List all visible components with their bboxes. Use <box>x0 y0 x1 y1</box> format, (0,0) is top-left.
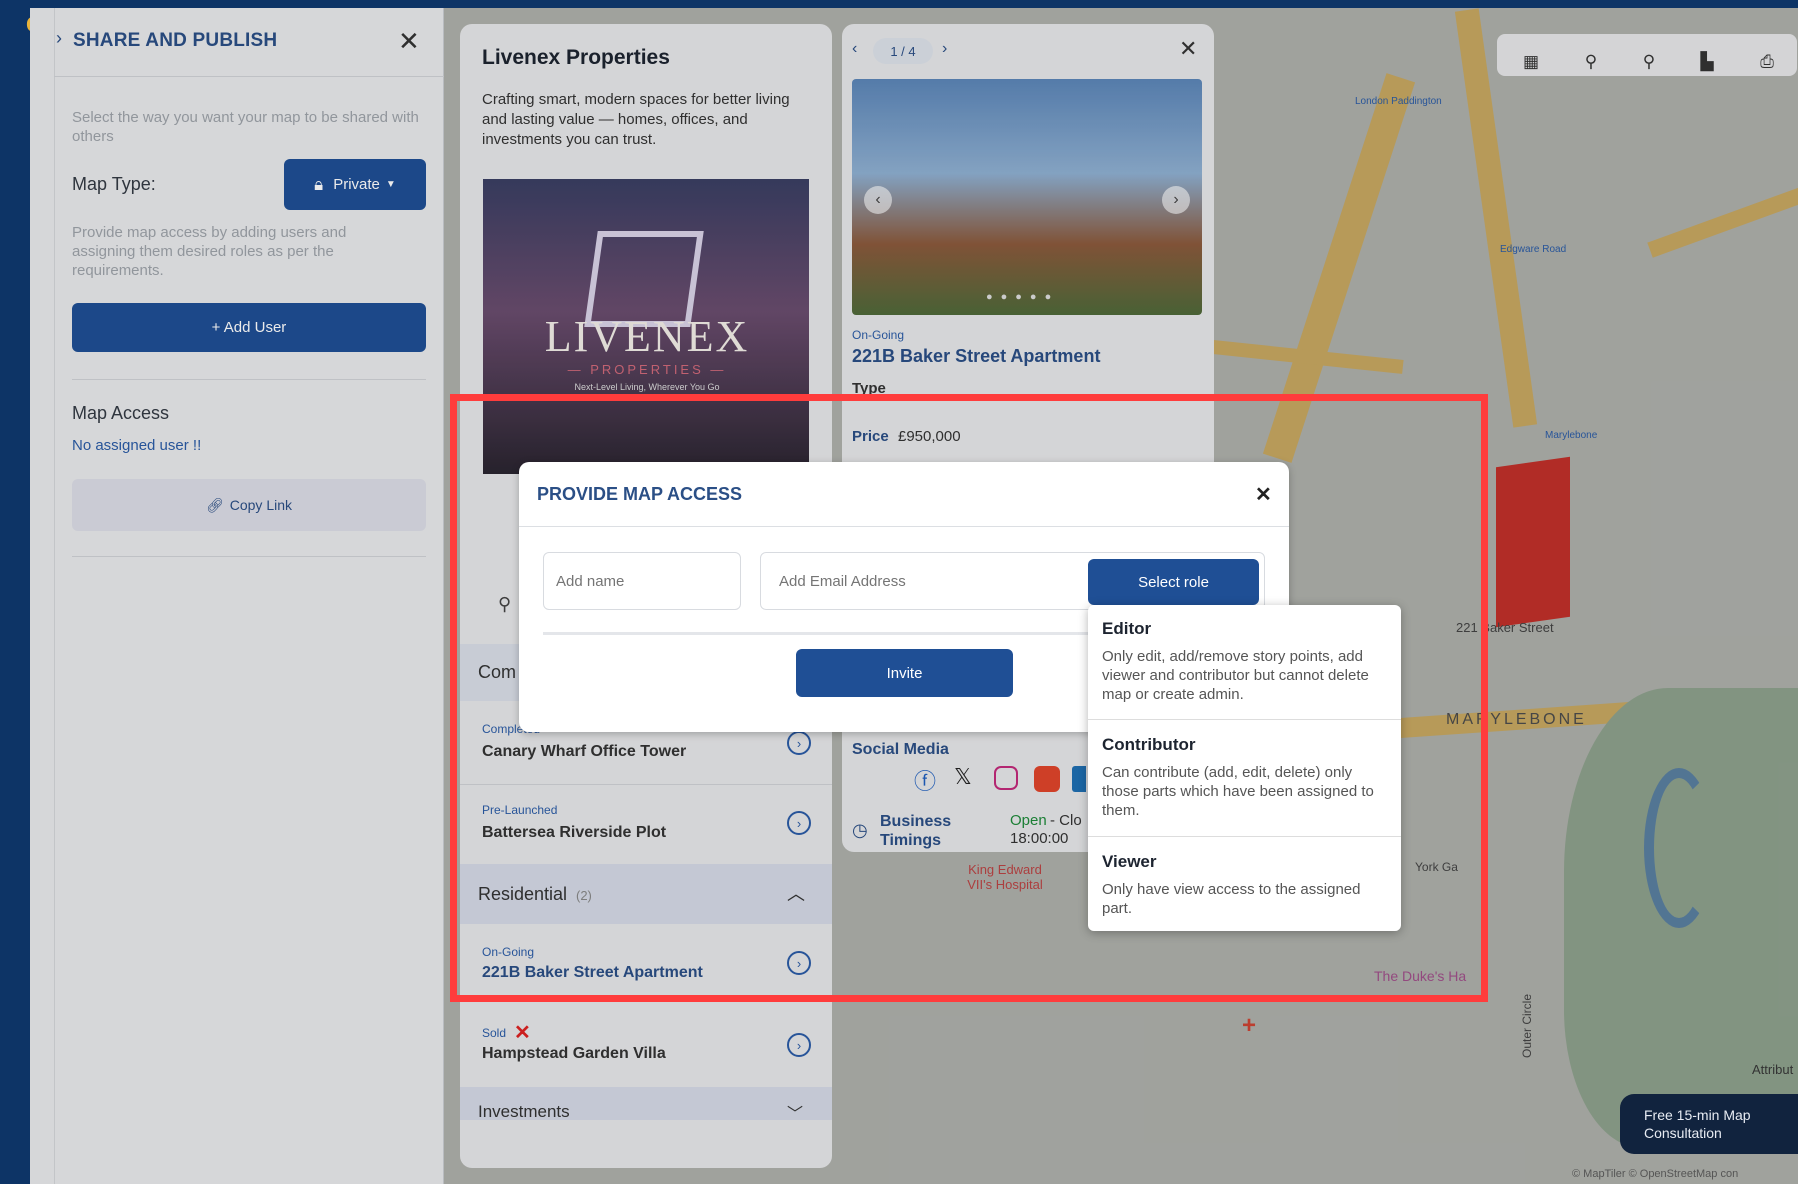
consultation-widget[interactable]: Free 15-min Map Consultation <box>1620 1094 1798 1154</box>
map-copyright: © MapTiler © OpenStreetMap con <box>1572 1168 1739 1180</box>
app-edge <box>0 0 30 1184</box>
attribution-toggle[interactable]: Attribut <box>1752 1062 1793 1077</box>
highlight-frame <box>450 394 1488 1002</box>
consult-text: Free 15-min Map Consultation <box>1644 1107 1751 1141</box>
